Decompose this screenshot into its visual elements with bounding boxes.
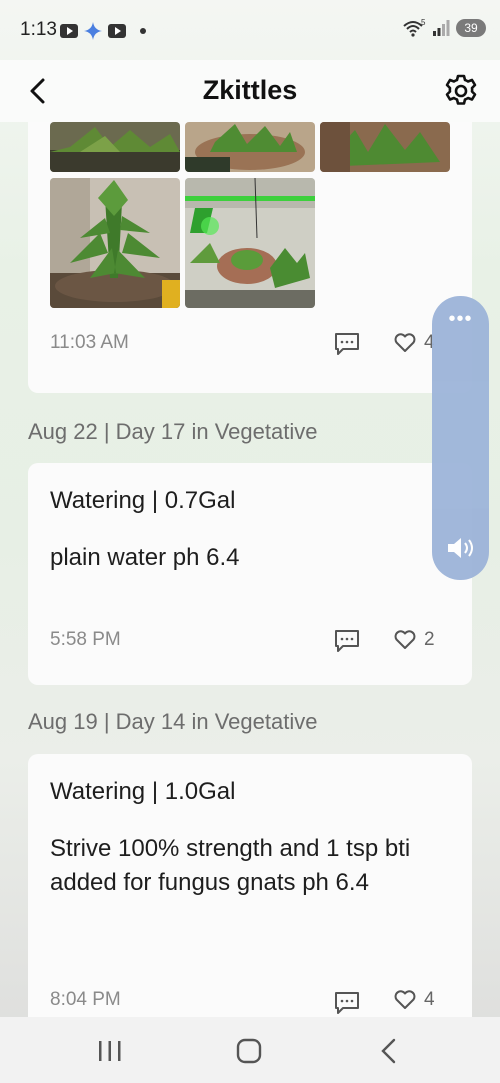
entry-text: Strive 100% strength and 1 tsp bti added… xyxy=(50,835,411,896)
entry-title: Watering | 0.7Gal xyxy=(50,487,236,514)
entry-card[interactable]: Watering | 1.0Gal Strive 100% strength a… xyxy=(28,754,472,1017)
system-nav-bar xyxy=(0,1017,500,1083)
entry-title: Watering | 1.0Gal xyxy=(50,778,236,805)
more-notifications-dot xyxy=(140,28,146,34)
page-title: Zkittles xyxy=(202,75,298,105)
svg-text:5: 5 xyxy=(421,18,426,27)
like-button[interactable]: 4 xyxy=(394,332,435,354)
home-icon[interactable] xyxy=(234,1037,264,1065)
plant-photo[interactable] xyxy=(185,178,315,308)
plant-photo[interactable] xyxy=(185,122,315,172)
youtube-icon xyxy=(60,24,78,38)
heart-icon xyxy=(394,990,416,1009)
floating-side-panel[interactable]: ••• xyxy=(432,296,489,580)
status-time: 1:13 xyxy=(20,19,57,40)
comment-icon[interactable] xyxy=(334,991,360,1015)
signal-icon xyxy=(433,20,450,36)
app-header: Zkittles xyxy=(0,60,500,122)
status-bar: 1:13 5 39 xyxy=(0,0,500,60)
plant-photo[interactable] xyxy=(50,178,180,308)
plant-photo[interactable] xyxy=(50,122,180,172)
date-header: Aug 22 | Day 17 in Vegetative xyxy=(28,419,318,444)
youtube-icon xyxy=(108,24,126,38)
entry-card: 11:03 AM 4 xyxy=(28,122,472,393)
more-options-button[interactable]: ••• xyxy=(432,308,489,331)
comment-icon[interactable] xyxy=(334,332,360,356)
plant-photo[interactable] xyxy=(320,122,450,172)
entry-card[interactable]: Watering | 0.7Gal plain water ph 6.4 5:5… xyxy=(28,463,472,685)
feed-content[interactable]: 11:03 AM 4 Aug 22 | Day 17 in Vegetative… xyxy=(0,122,500,1017)
heart-icon xyxy=(394,333,416,352)
entry-text: plain water ph 6.4 xyxy=(50,544,240,571)
like-button[interactable]: 2 xyxy=(394,629,435,651)
entry-time: 8:04 PM xyxy=(50,989,121,1010)
like-count: 4 xyxy=(424,989,435,1010)
notification-icons xyxy=(60,22,146,40)
like-count: 2 xyxy=(424,629,435,650)
wifi-icon: 5 xyxy=(403,18,426,37)
heart-icon xyxy=(394,630,416,649)
volume-icon[interactable] xyxy=(445,534,477,562)
date-header: Aug 19 | Day 14 in Vegetative xyxy=(28,709,318,734)
gemini-sparkle-icon xyxy=(84,22,102,40)
status-right: 5 39 xyxy=(402,18,486,38)
comment-icon[interactable] xyxy=(334,629,360,653)
like-button[interactable]: 4 xyxy=(394,989,435,1011)
entry-time: 11:03 AM xyxy=(50,332,129,353)
recent-apps-icon[interactable] xyxy=(95,1037,125,1065)
battery-indicator: 39 xyxy=(456,19,486,37)
gear-icon[interactable] xyxy=(442,72,480,110)
entry-time: 5:58 PM xyxy=(50,629,121,650)
nav-back-icon[interactable] xyxy=(374,1037,404,1065)
